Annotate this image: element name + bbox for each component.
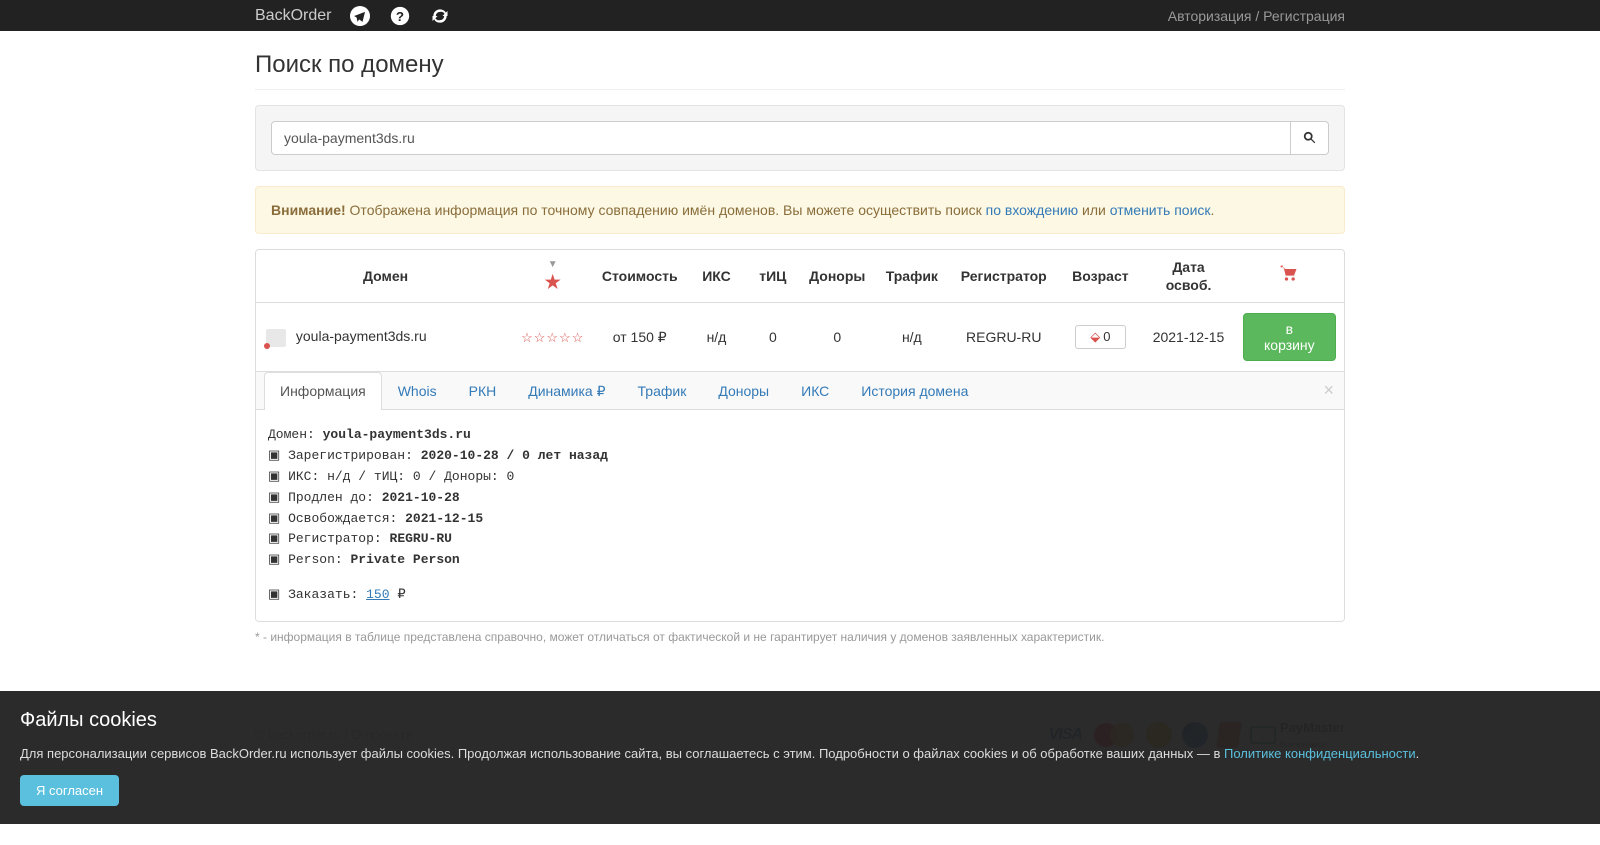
rating-stars[interactable]: ☆☆☆☆☆ — [521, 330, 584, 345]
age-badge[interactable]: ⬙0 — [1075, 325, 1125, 349]
col-age[interactable]: Возраст — [1058, 250, 1142, 303]
brand[interactable]: BackOrder — [255, 7, 331, 25]
cell-registrar: REGRU-RU — [949, 303, 1058, 372]
search-panel — [255, 105, 1345, 171]
search-input[interactable] — [271, 121, 1291, 155]
pin-icon: ⬙ — [1090, 329, 1100, 344]
add-to-cart-button[interactable]: в корзину — [1243, 313, 1336, 361]
help-icon[interactable]: ? — [389, 5, 411, 27]
col-traffic[interactable]: Трафик — [875, 250, 949, 303]
tab-whois[interactable]: Whois — [382, 372, 453, 410]
page-title: Поиск по домену — [255, 51, 1345, 79]
col-iks[interactable]: ИКС — [687, 250, 746, 303]
cell-iks: н/д — [687, 303, 746, 372]
tab-iks[interactable]: ИКС — [785, 372, 845, 410]
col-donors[interactable]: Доноры — [800, 250, 875, 303]
col-registrar[interactable]: Регистратор — [949, 250, 1058, 303]
close-icon[interactable]: × — [1323, 380, 1334, 401]
refresh-icon[interactable] — [429, 5, 451, 27]
col-cart — [1235, 250, 1344, 303]
alert-warning: Внимание! Отображена информация по точно… — [255, 186, 1345, 234]
star-icon: ★ — [545, 272, 561, 292]
col-cost[interactable]: Стоимость — [592, 250, 687, 303]
telegram-icon[interactable] — [349, 5, 371, 27]
tab-dynamics[interactable]: Динамика ₽ — [512, 372, 621, 410]
results-table: Домен ▼★ Стоимость ИКС тИЦ Доноры Трафик… — [255, 249, 1345, 622]
cell-donors: 0 — [800, 303, 875, 372]
col-tic[interactable]: тИЦ — [746, 250, 800, 303]
cell-release: 2021-12-15 — [1142, 303, 1234, 372]
cookie-banner: Файлы cookies Для персонализации сервисо… — [0, 691, 1600, 825]
col-domain[interactable]: Домен — [256, 250, 513, 303]
search-icon — [1303, 131, 1317, 145]
detail-tabs: Информация Whois РКН Динамика ₽ Трафик Д… — [256, 372, 1344, 410]
search-substring-link[interactable]: по вхождению — [986, 202, 1079, 218]
order-link[interactable]: 150 — [366, 587, 389, 602]
cart-icon — [1279, 264, 1299, 284]
col-favorite[interactable]: ▼★ — [513, 250, 592, 303]
cookie-accept-button[interactable]: Я согласен — [20, 775, 119, 806]
auth-links: Авторизация / Регистрация — [1168, 8, 1345, 24]
search-button[interactable] — [1291, 121, 1329, 155]
table-row: youla-payment3ds.ru ☆☆☆☆☆ от 150 ₽ н/д 0… — [256, 303, 1344, 372]
col-release[interactable]: Дата освоб. — [1142, 250, 1234, 303]
detail-row: Информация Whois РКН Динамика ₽ Трафик Д… — [256, 372, 1344, 621]
domain-name[interactable]: youla-payment3ds.ru — [296, 328, 427, 344]
domain-status-icon — [266, 329, 286, 347]
cell-traffic: н/д — [875, 303, 949, 372]
svg-text:?: ? — [396, 9, 404, 24]
navbar: BackOrder ? Авторизация / Регистрация — [0, 0, 1600, 31]
disclaimer: * - информация в таблице представлена сп… — [255, 630, 1345, 644]
tab-donors[interactable]: Доноры — [702, 372, 785, 410]
cell-tic: 0 — [746, 303, 800, 372]
info-panel: Домен: youla-payment3ds.ru ▣ Зарегистрир… — [256, 410, 1344, 620]
privacy-policy-link[interactable]: Политике конфиденциальности — [1224, 746, 1416, 761]
tab-info[interactable]: Информация — [264, 372, 382, 410]
cancel-search-link[interactable]: отменить поиск — [1110, 202, 1211, 218]
login-link[interactable]: Авторизация — [1168, 8, 1252, 24]
register-link[interactable]: Регистрация — [1263, 8, 1345, 24]
cell-cost: от 150 ₽ — [592, 303, 687, 372]
cookie-title: Файлы cookies — [20, 709, 1580, 732]
tab-traffic[interactable]: Трафик — [622, 372, 703, 410]
tab-history[interactable]: История домена — [845, 372, 984, 410]
tab-rkn[interactable]: РКН — [453, 372, 513, 410]
